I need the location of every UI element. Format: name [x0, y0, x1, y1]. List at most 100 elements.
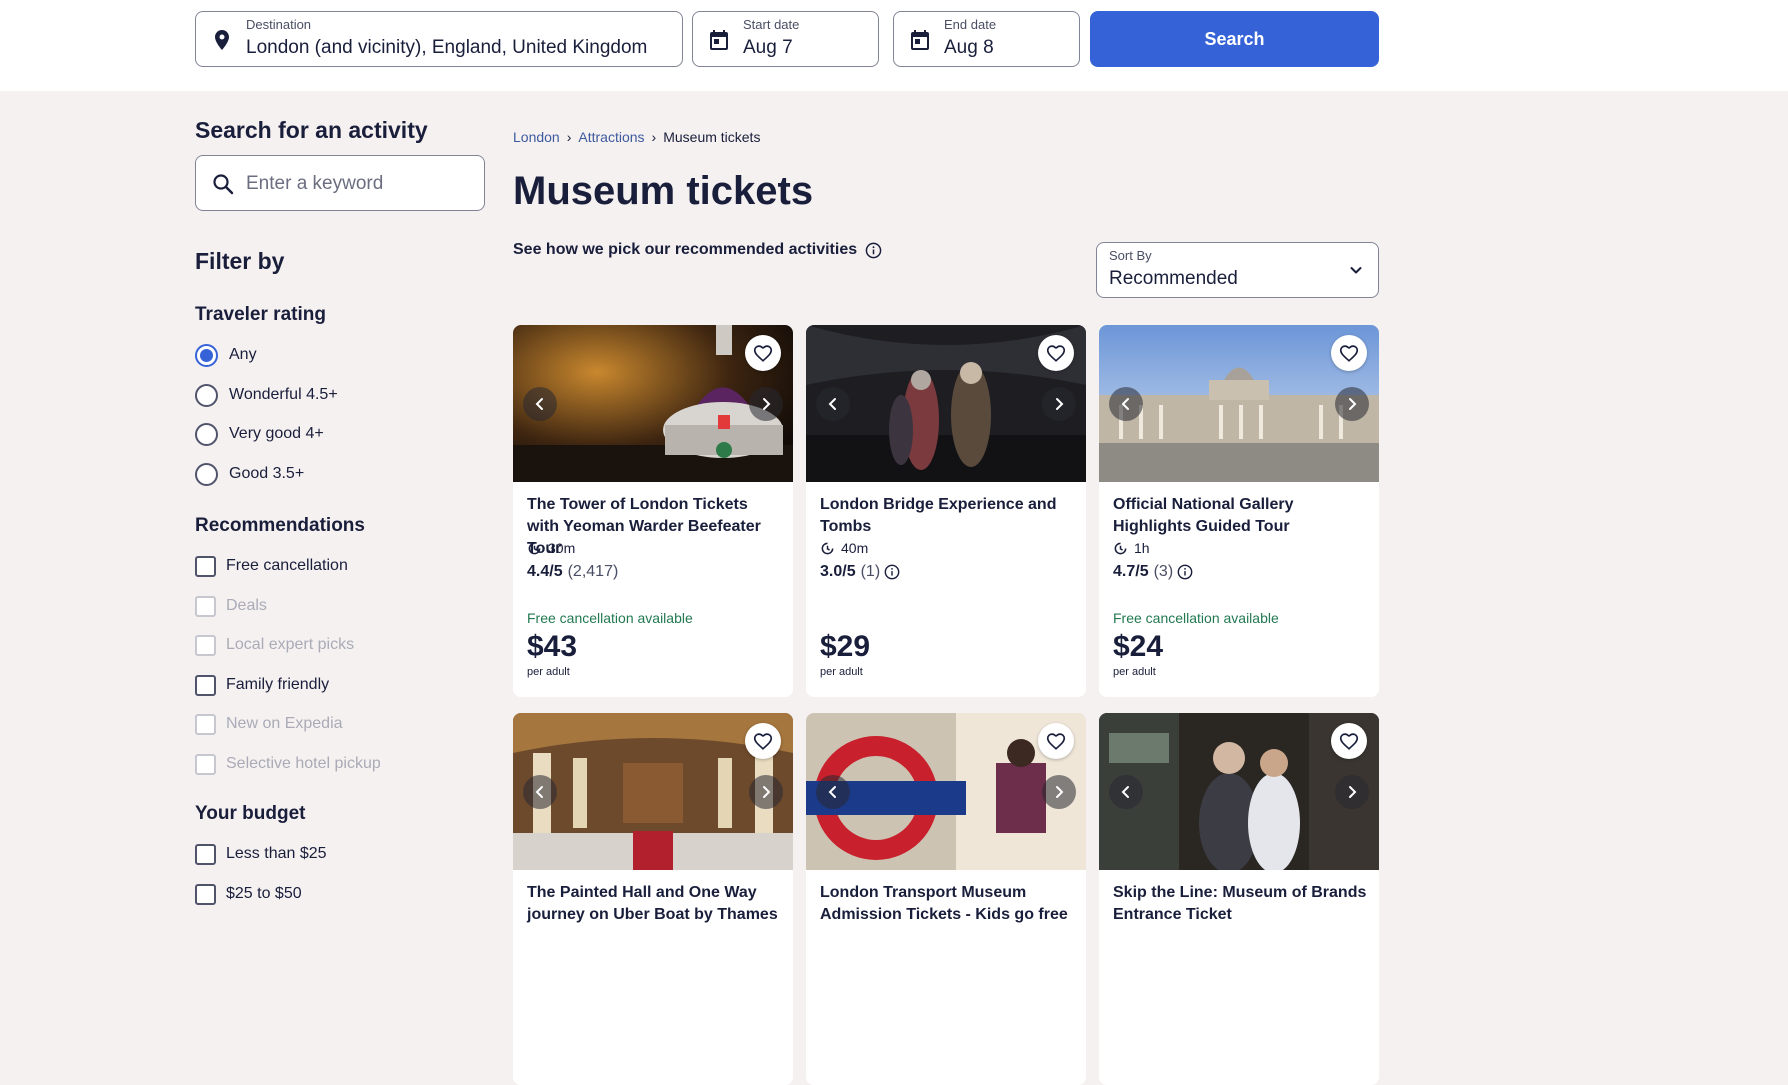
info-icon[interactable] [865, 242, 882, 259]
end-date-field[interactable]: End date Aug 8 [893, 11, 1080, 67]
keyword-input[interactable] [246, 170, 476, 198]
start-date-field[interactable]: Start date Aug 7 [692, 11, 879, 67]
radio[interactable] [195, 383, 218, 407]
activity-title[interactable]: Official National Gallery Highlights Gui… [1113, 494, 1369, 538]
checkbox[interactable] [195, 843, 216, 865]
rec-family-friendly[interactable]: Family friendly [195, 672, 329, 698]
rating-count: (2,417) [567, 563, 619, 580]
heart-icon [753, 345, 773, 362]
rating-option-wonderful[interactable]: Wonderful 4.5+ [195, 382, 338, 408]
checkbox[interactable] [195, 674, 216, 696]
next-image-button[interactable] [749, 387, 783, 421]
radio[interactable] [195, 422, 218, 446]
rating-option-any[interactable]: Any [195, 342, 257, 368]
activity-rating: 4.7/5 (3) [1113, 563, 1193, 581]
favorite-heart-button[interactable] [1331, 723, 1367, 759]
next-image-button[interactable] [1042, 775, 1076, 809]
search-icon [213, 174, 234, 195]
favorite-heart-button[interactable] [1331, 335, 1367, 371]
keyword-search-box[interactable] [195, 155, 485, 211]
next-image-button[interactable] [1335, 387, 1369, 421]
start-date-label: Start date [743, 17, 800, 32]
activity-card[interactable]: Skip the Line: Museum of Brands Entrance… [1099, 713, 1379, 1085]
filter-heading: Filter by [195, 248, 285, 274]
budget-heading: Your budget [195, 803, 306, 824]
page-title: Museum tickets [513, 169, 814, 213]
rating-option-label: Wonderful 4.5+ [229, 386, 338, 403]
radio[interactable] [195, 462, 218, 486]
destination-label: Destination [246, 17, 312, 32]
rating-score: 3.0/5 [820, 563, 856, 580]
activity-title[interactable]: The Painted Hall and One Way journey on … [527, 882, 783, 926]
favorite-heart-button[interactable] [1038, 335, 1074, 371]
rating-option-very-good[interactable]: Very good 4+ [195, 421, 324, 447]
free-cancellation-text: Free cancellation available [1113, 610, 1279, 626]
checkbox-disabled [195, 753, 216, 775]
rec-deals: Deals [195, 593, 267, 619]
rec-free-cancellation[interactable]: Free cancellation [195, 553, 348, 579]
rec-option-label: Selective hotel pickup [226, 755, 381, 772]
rec-selective-hotel-pickup: Selective hotel pickup [195, 751, 381, 777]
recommended-note-text[interactable]: See how we pick our recommended activiti… [513, 241, 857, 259]
rec-option-label: New on Expedia [226, 715, 343, 732]
calendar-icon [710, 30, 728, 50]
favorite-heart-button[interactable] [745, 335, 781, 371]
favorite-heart-button[interactable] [745, 723, 781, 759]
next-image-button[interactable] [1335, 775, 1369, 809]
chevron-right-icon [763, 398, 771, 410]
chevron-right-icon: › [651, 129, 657, 145]
search-button[interactable]: Search [1090, 11, 1379, 67]
rating-count: (3) [1153, 563, 1174, 580]
rating-score: 4.4/5 [527, 563, 563, 580]
activity-card[interactable]: Official National Gallery Highlights Gui… [1099, 325, 1379, 697]
info-icon[interactable] [1177, 564, 1193, 580]
next-image-button[interactable] [1042, 387, 1076, 421]
sort-label: Sort By [1109, 248, 1152, 263]
chevron-left-icon [535, 786, 543, 798]
recommendations-heading: Recommendations [195, 515, 365, 536]
previous-image-button[interactable] [523, 387, 557, 421]
chevron-right-icon [1056, 786, 1064, 798]
previous-image-button[interactable] [523, 775, 557, 809]
activity-title[interactable]: London Transport Museum Admission Ticket… [820, 882, 1076, 926]
chevron-right-icon [1349, 786, 1357, 798]
activity-title[interactable]: Skip the Line: Museum of Brands Entrance… [1113, 882, 1369, 926]
previous-image-button[interactable] [816, 775, 850, 809]
previous-image-button[interactable] [1109, 775, 1143, 809]
activity-duration: 30m [527, 540, 575, 556]
activity-duration: 40m [820, 540, 868, 556]
heart-icon [753, 733, 773, 750]
activity-card[interactable]: The Painted Hall and One Way journey on … [513, 713, 793, 1085]
checkbox[interactable] [195, 555, 216, 577]
rec-option-label: Free cancellation [226, 557, 348, 574]
start-date-value: Aug 7 [743, 37, 793, 58]
chevron-right-icon: › [566, 129, 572, 145]
previous-image-button[interactable] [816, 387, 850, 421]
checkbox[interactable] [195, 883, 216, 905]
activity-rating: 4.4/5 (2,417) [527, 563, 618, 581]
activity-card[interactable]: London Bridge Experience and Tombs 40m 3… [806, 325, 1086, 697]
next-image-button[interactable] [749, 775, 783, 809]
activity-card[interactable]: London Transport Museum Admission Ticket… [806, 713, 1086, 1085]
traveler-rating-heading: Traveler rating [195, 304, 326, 325]
chevron-right-icon [1349, 398, 1357, 410]
calendar-icon [911, 30, 929, 50]
info-icon[interactable] [884, 564, 900, 580]
breadcrumb-attractions[interactable]: Attractions [578, 129, 644, 145]
breadcrumb-london[interactable]: London [513, 129, 560, 145]
activity-card[interactable]: The Tower of London Tickets with Yeoman … [513, 325, 793, 697]
heart-icon [1046, 345, 1066, 362]
recommended-note[interactable]: See how we pick our recommended activiti… [513, 241, 882, 259]
budget-less-than-25[interactable]: Less than $25 [195, 841, 327, 867]
rating-option-good[interactable]: Good 3.5+ [195, 461, 304, 487]
chevron-right-icon [1056, 398, 1064, 410]
budget-25-to-50[interactable]: $25 to $50 [195, 881, 302, 907]
clock-icon [1114, 542, 1127, 554]
sort-dropdown[interactable]: Sort By Recommended [1096, 242, 1379, 298]
previous-image-button[interactable] [1109, 387, 1143, 421]
radio-selected[interactable] [195, 343, 218, 367]
activity-title[interactable]: London Bridge Experience and Tombs [820, 494, 1076, 538]
end-date-value: Aug 8 [944, 37, 994, 58]
favorite-heart-button[interactable] [1038, 723, 1074, 759]
destination-field[interactable]: Destination London (and vicinity), Engla… [195, 11, 683, 67]
